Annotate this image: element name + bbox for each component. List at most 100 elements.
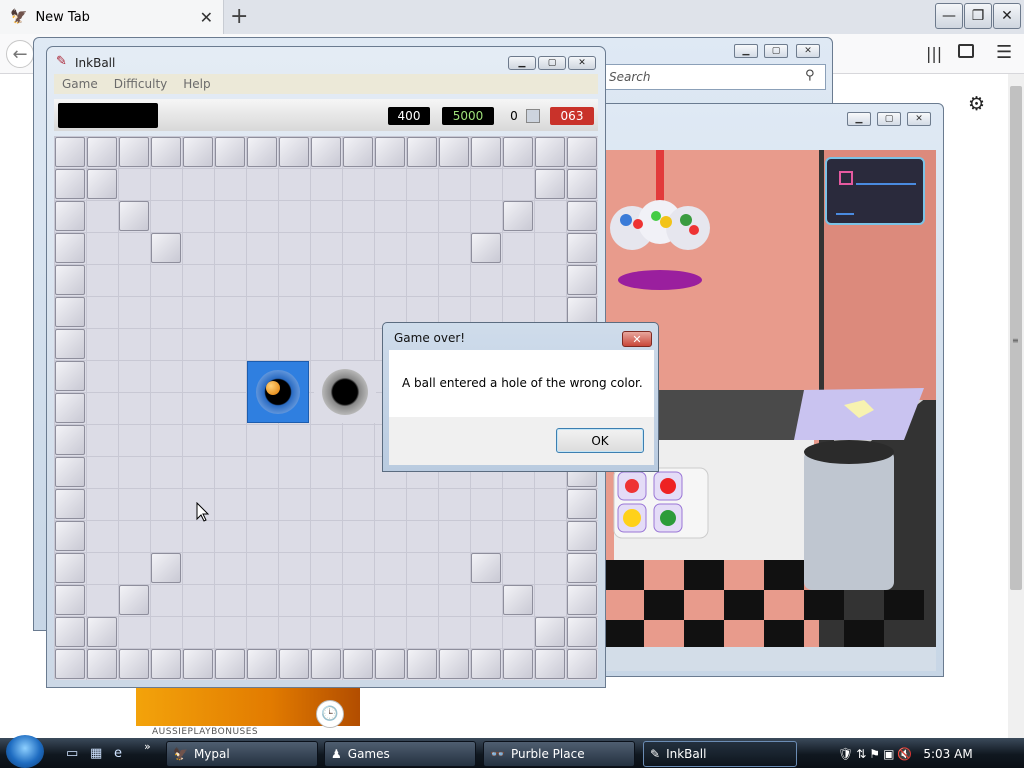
wall-brick [567, 265, 597, 295]
scrollbar-grip-icon: ≡ [1012, 336, 1019, 345]
show-desktop-icon[interactable]: ▭ [66, 746, 78, 761]
wall-brick [55, 361, 85, 391]
wall-brick [567, 649, 597, 679]
inkball-maximize-button[interactable]: ▢ [538, 56, 566, 70]
wall-brick [311, 137, 341, 167]
wall-brick [279, 137, 309, 167]
tab-new-tab[interactable]: 🦅 New Tab ✕ [0, 0, 224, 34]
mypal-close-button[interactable]: ✕ [796, 44, 820, 58]
gear-icon[interactable]: ⚙ [968, 93, 985, 115]
mypal-logo-icon: 🦅 [10, 9, 28, 25]
wall-brick [55, 553, 85, 583]
windows-update-icon[interactable]: ⚑ [869, 747, 880, 761]
wall-brick [55, 137, 85, 167]
dialog-close-button[interactable]: ✕ [622, 331, 652, 347]
wall-brick [183, 137, 213, 167]
new-tab-button[interactable]: + [230, 4, 248, 29]
wall-brick [151, 649, 181, 679]
start-button[interactable] [6, 735, 44, 768]
clock[interactable]: 5:03 AM [923, 747, 972, 761]
menu-game[interactable]: Game [62, 77, 98, 91]
menu-difficulty[interactable]: Difficulty [114, 77, 168, 91]
taskbar-item-games[interactable]: ♟ Games [324, 741, 476, 767]
wall-brick [503, 585, 533, 615]
wall-brick [55, 297, 85, 327]
security-shield-icon[interactable]: 🛡 [838, 747, 853, 761]
quicklaunch-more-icon[interactable]: » [144, 740, 151, 753]
ad-caption[interactable]: AUSSIEPLAYBONUSES [152, 727, 258, 737]
search-icon[interactable]: ⚲ [805, 68, 815, 83]
purble-taskbar-icon: 👓 [490, 747, 505, 761]
wall-brick [55, 649, 85, 679]
current-score: 400 [388, 107, 430, 125]
wall-brick [407, 137, 437, 167]
ball-color-swatch [526, 109, 540, 123]
purble-close-button[interactable]: ✕ [907, 112, 931, 126]
clock-icon[interactable]: 🕒 [316, 700, 344, 728]
wall-brick [535, 137, 565, 167]
wall-brick [567, 585, 597, 615]
wall-brick [471, 649, 501, 679]
wall-brick [119, 585, 149, 615]
balls-remaining: 0 [510, 109, 518, 123]
inkball-minimize-button[interactable]: ▁ [508, 56, 536, 70]
wall-brick [215, 137, 245, 167]
purble-minimize-button[interactable]: ▁ [847, 112, 871, 126]
browser-maximize-button[interactable]: ❐ [964, 3, 992, 29]
gray-hole-opening [322, 369, 368, 415]
wall-brick [247, 649, 277, 679]
wall-brick [55, 265, 85, 295]
browser-close-button[interactable]: ✕ [993, 3, 1021, 29]
monitor-icon[interactable]: ▣ [883, 747, 894, 761]
wall-brick [55, 489, 85, 519]
wall-brick [119, 649, 149, 679]
wall-brick [55, 425, 85, 455]
wall-brick [567, 137, 597, 167]
wall-brick [503, 137, 533, 167]
search-input[interactable]: Search [600, 64, 826, 90]
wall-brick [567, 233, 597, 263]
ok-button[interactable]: OK [556, 428, 644, 453]
wall-brick [87, 169, 117, 199]
target-score: 5000 [442, 107, 494, 125]
purble-status-strip [604, 647, 936, 671]
wall-brick [279, 649, 309, 679]
wall-brick [55, 585, 85, 615]
inkball-close-button[interactable]: ✕ [568, 56, 596, 70]
inkball-taskbar-icon: ✎ [650, 747, 661, 761]
taskbar-item-inkball[interactable]: ✎ InkBall [643, 741, 797, 767]
wall-brick [535, 649, 565, 679]
menu-help[interactable]: Help [183, 77, 210, 91]
menu-bar: Game Difficulty Help [54, 74, 598, 94]
wall-brick [439, 137, 469, 167]
wall-brick [215, 649, 245, 679]
library-icon[interactable]: ||| [926, 44, 942, 63]
sidebar-icon[interactable] [958, 44, 974, 58]
network-status-icon[interactable]: ⇅ [856, 747, 866, 761]
taskbar-item-label: Purble Place [510, 747, 585, 761]
browser-minimize-button[interactable]: — [935, 3, 963, 29]
wall-brick [311, 649, 341, 679]
wall-brick [151, 233, 181, 263]
switch-windows-icon[interactable]: ▦ [90, 746, 102, 761]
wall-brick [55, 169, 85, 199]
mypal-minimize-button[interactable]: ▁ [734, 44, 758, 58]
wall-brick [567, 169, 597, 199]
wall-brick [87, 617, 117, 647]
taskbar-item-purble-place[interactable]: 👓 Purble Place [483, 741, 635, 767]
hamburger-menu-icon[interactable]: ☰ [996, 42, 1012, 63]
player-name-panel [58, 103, 158, 128]
tab-close-icon[interactable]: ✕ [200, 8, 213, 27]
mypal-maximize-button[interactable]: ▢ [764, 44, 788, 58]
taskbar-item-label: Games [347, 747, 390, 761]
internet-explorer-icon[interactable]: e [114, 746, 122, 761]
speaker-muted-icon[interactable]: 🔇 [897, 747, 912, 761]
taskbar-item-mypal[interactable]: 🦅 Mypal [166, 741, 318, 767]
back-button[interactable]: ← [6, 40, 34, 68]
wall-brick [375, 137, 405, 167]
purble-maximize-button[interactable]: ▢ [877, 112, 901, 126]
wall-brick [567, 617, 597, 647]
wall-brick [119, 201, 149, 231]
wall-brick [55, 201, 85, 231]
wall-brick [375, 649, 405, 679]
